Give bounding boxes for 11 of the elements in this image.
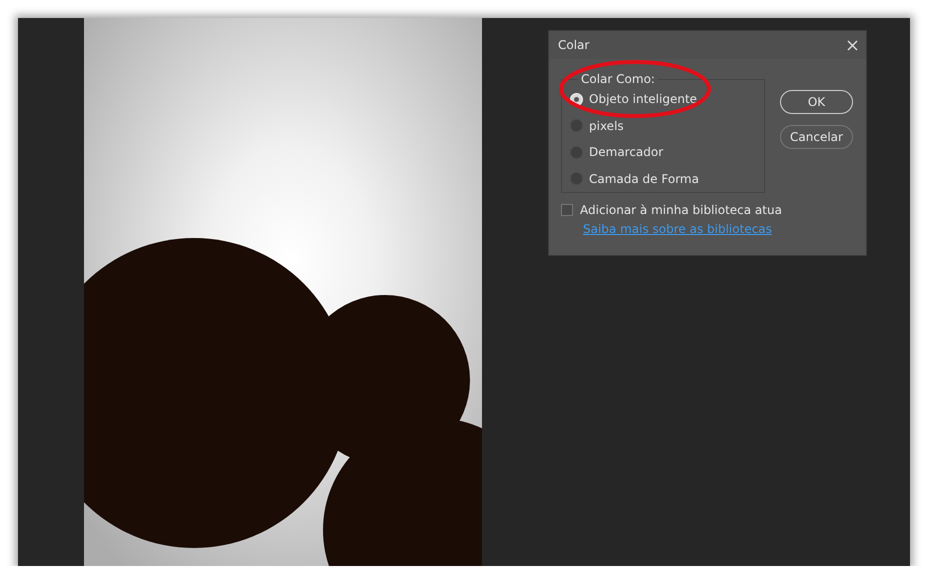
option-label: Demarcador [589,145,664,160]
close-icon[interactable] [847,40,858,50]
ok-button[interactable]: OK [780,90,853,114]
option-label: Camada de Forma [589,172,699,186]
group-legend: Colar Como: [578,72,658,86]
checkbox-label: Adicionar à minha biblioteca atua [580,203,782,217]
cancel-button[interactable]: Cancelar [780,125,853,149]
option-label: pixels [589,118,624,133]
dialog-title: Colar [558,38,590,52]
library-checkbox[interactable] [561,204,573,216]
option-label: Objeto inteligente [589,92,698,106]
